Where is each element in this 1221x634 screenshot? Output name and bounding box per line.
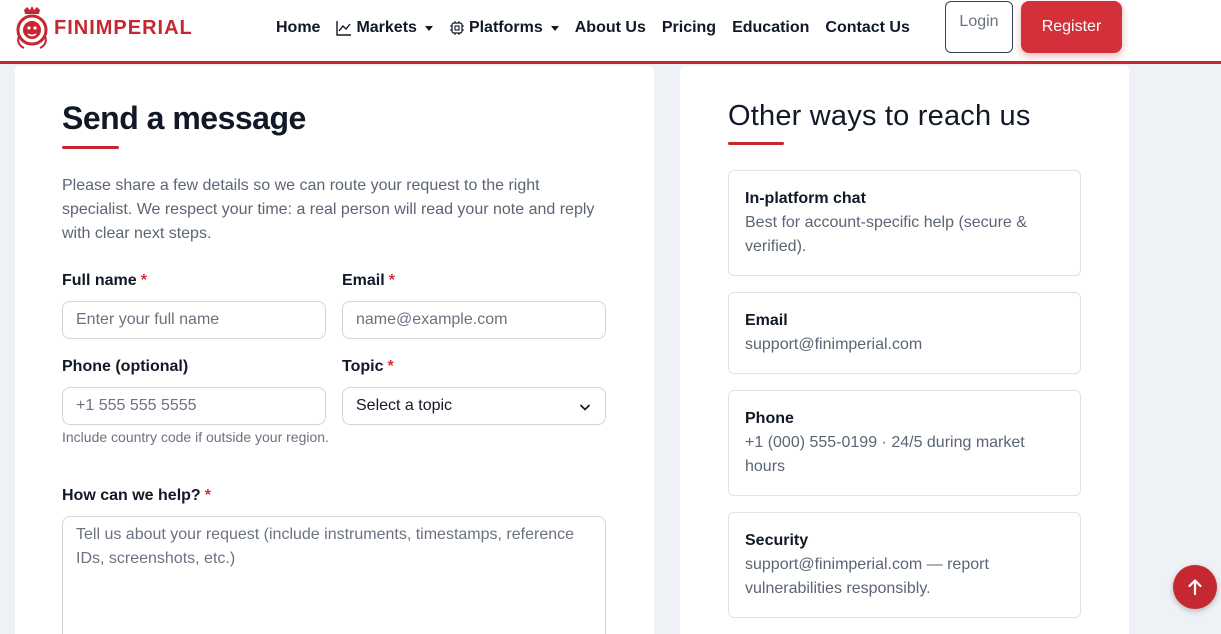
email-placeholder: name@example.com <box>356 311 508 328</box>
caret-down-icon <box>550 25 559 31</box>
brand-logo-link[interactable]: FINIMPERIAL <box>14 5 193 51</box>
other-ways-title: Other ways to reach us <box>728 100 1031 132</box>
form-intro-text: Please share a few details so we can rou… <box>62 177 595 242</box>
full-name-label: Full name * <box>62 272 147 290</box>
caret-down-icon <box>424 25 433 31</box>
nav-pricing[interactable]: Pricing <box>662 19 716 37</box>
title-accent-bar <box>728 142 784 145</box>
contact-email-link[interactable]: support@finimperial.com <box>745 333 1065 357</box>
nav-markets-label: Markets <box>356 19 417 36</box>
title-accent-bar <box>62 146 119 149</box>
nav-home-label: Home <box>276 19 321 36</box>
contact-option-title: Phone <box>745 410 794 427</box>
phone-label: Phone (optional) <box>62 358 188 376</box>
nav-platforms-label: Platforms <box>468 19 543 36</box>
lion-crest-icon <box>16 6 48 49</box>
contact-option-title: Email <box>745 312 788 329</box>
brand-name: FINIMPERIAL <box>54 16 193 39</box>
chart-line-icon <box>336 21 352 36</box>
contact-security-text: support@finimperial.com — report vulnera… <box>745 556 989 597</box>
required-mark: * <box>387 358 394 375</box>
nav-about-label: About Us <box>574 19 646 36</box>
scroll-to-top-button[interactable] <box>1173 565 1217 609</box>
nav-contact[interactable]: Contact Us <box>825 19 909 37</box>
nav-markets-dropdown[interactable]: Markets <box>336 19 433 37</box>
topic-selected-value: Select a topic <box>356 397 453 414</box>
topic-label: Topic * <box>342 358 394 376</box>
email-input[interactable]: name@example.com <box>342 301 606 339</box>
phone-help-text: Include country code if outside your reg… <box>62 429 329 445</box>
contact-form-card: Send a message Please share a few detail… <box>15 66 654 634</box>
contact-option-chat: In-platform chat Best for account-specif… <box>728 170 1081 276</box>
required-mark: * <box>388 272 395 289</box>
contact-option-phone: Phone +1 (000) 555-0199 · 24/5 during ma… <box>728 390 1081 496</box>
required-mark: * <box>140 272 147 289</box>
contact-option-email: Email support@finimperial.com <box>728 292 1081 374</box>
full-name-input[interactable]: Enter your full name <box>62 301 326 339</box>
phone-label-text: Phone (optional) <box>62 358 189 375</box>
nav-home[interactable]: Home <box>276 19 320 37</box>
phone-input[interactable]: +1 555 555 5555 <box>62 387 326 425</box>
nav-education-label: Education <box>732 19 810 36</box>
chevron-down-icon <box>579 404 591 411</box>
contact-phone-text: +1 (000) 555-0199 · 24/5 during market h… <box>745 434 1025 475</box>
contact-option-security: Security support@finimperial.com — repor… <box>728 512 1081 618</box>
nav-contact-label: Contact Us <box>825 19 910 36</box>
arrow-up-icon <box>1188 579 1202 596</box>
message-label-text: How can we help? <box>62 487 201 504</box>
contact-option-title: In-platform chat <box>745 190 866 207</box>
email-label-text: Email <box>342 272 385 289</box>
cpu-chip-icon <box>449 21 464 35</box>
nav-about[interactable]: About Us <box>575 19 646 37</box>
other-contact-card: Other ways to reach us In-platform chat … <box>680 66 1129 634</box>
nav-education[interactable]: Education <box>732 19 809 37</box>
nav-pricing-label: Pricing <box>661 19 717 36</box>
login-button[interactable]: Login <box>945 1 1013 53</box>
phone-placeholder: +1 555 555 5555 <box>76 397 197 414</box>
register-button[interactable]: Register <box>1021 1 1122 53</box>
topic-select[interactable]: Select a topic <box>342 387 606 425</box>
form-title: Send a message <box>62 100 306 136</box>
contact-option-body: Best for account-specific help (secure &… <box>745 214 1027 255</box>
full-name-placeholder: Enter your full name <box>76 311 220 328</box>
topic-label-text: Topic <box>342 358 384 375</box>
message-textarea[interactable]: Tell us about your request (include inst… <box>62 516 606 634</box>
full-name-label-text: Full name <box>62 272 137 289</box>
email-label: Email * <box>342 272 395 290</box>
contact-option-title: Security <box>745 532 809 549</box>
main-nav: Home Markets Platforms About Us Pricing <box>276 0 926 56</box>
message-label: How can we help? * <box>62 487 211 505</box>
nav-platforms-dropdown[interactable]: Platforms <box>449 19 559 37</box>
message-placeholder: Tell us about your request (include inst… <box>76 526 575 567</box>
top-navbar: FINIMPERIAL Home Markets Platforms About… <box>0 0 1221 64</box>
required-mark: * <box>204 487 211 504</box>
